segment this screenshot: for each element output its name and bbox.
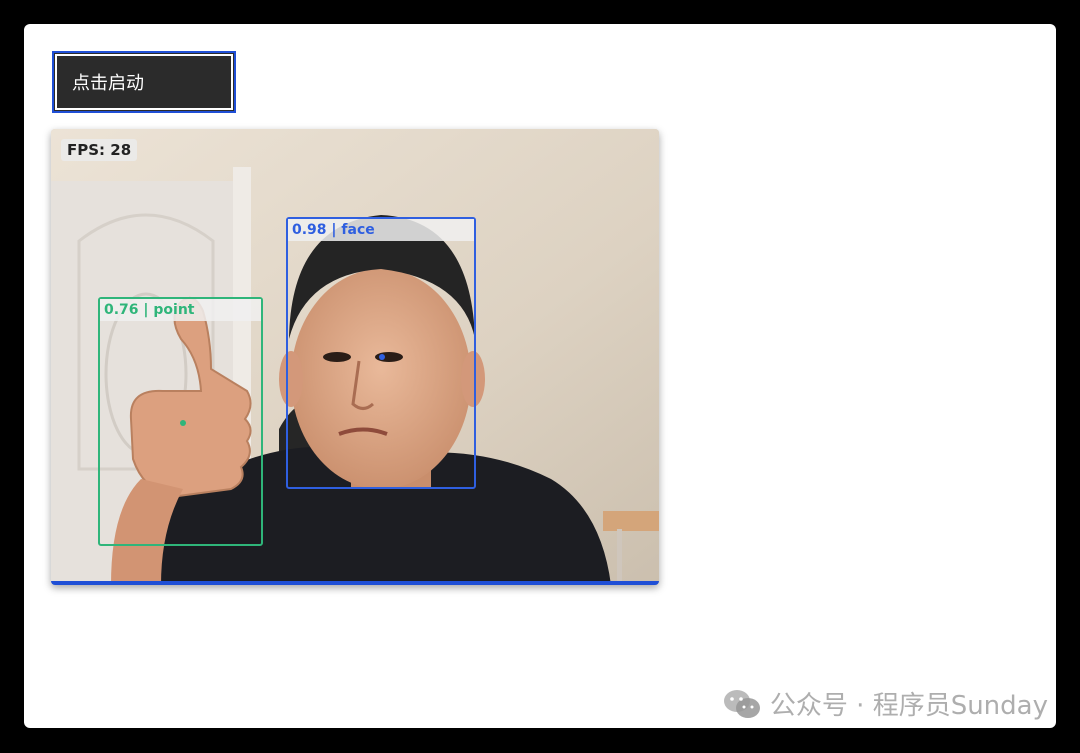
watermark: 公众号 · 程序员Sunday — [722, 685, 1048, 722]
camera-video: FPS: 28 0.98 | face 0.76 | point — [51, 129, 659, 585]
detection-point-label: 0.76 | point — [100, 299, 261, 321]
start-button[interactable]: 点击启动 — [52, 51, 236, 113]
video-progress-bar — [51, 581, 659, 585]
watermark-text: 公众号 · 程序员Sunday — [769, 691, 1048, 721]
detection-face-box: 0.98 | face — [286, 217, 476, 489]
detection-face-marker — [379, 354, 385, 360]
app-window: 点击启动 FPS: 28 0.98 | face 0.76 | point 公众… — [24, 24, 1056, 728]
detection-face-label: 0.98 | face — [288, 219, 474, 241]
detection-point-marker — [180, 420, 186, 426]
wechat-icon — [723, 689, 760, 718]
fps-counter: FPS: 28 — [61, 139, 138, 161]
